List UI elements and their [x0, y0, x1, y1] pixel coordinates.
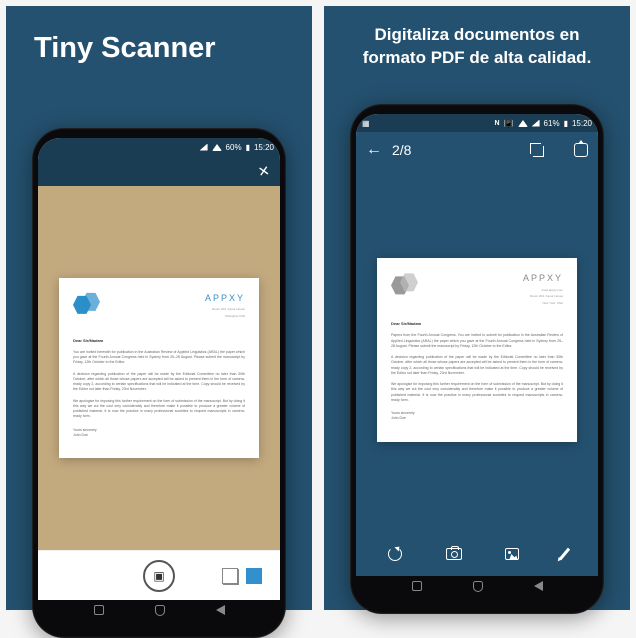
gallery-icon[interactable]	[505, 548, 519, 560]
rotate-icon[interactable]	[574, 143, 588, 157]
battery-icon: ▮	[564, 119, 568, 128]
document-preview-2: APPXY www.appxy.com Room 204, Kasur Hous…	[377, 258, 577, 441]
doc-signer: John Doe	[391, 416, 563, 421]
shutter-button[interactable]: ▣	[143, 560, 175, 592]
recent-apps-button[interactable]	[94, 605, 104, 615]
status-bar-2: ▦ N 📳 61% ▮ 15:20	[356, 114, 598, 132]
home-button[interactable]	[155, 605, 165, 616]
phone-mockup-1: 60% ▮ 15:20 ✕ APPXY	[32, 128, 286, 638]
battery-text: 61%	[544, 119, 560, 128]
apps-icon: ▦	[362, 119, 370, 128]
camera-bottombar: ▣	[38, 550, 280, 600]
home-button[interactable]	[473, 581, 483, 592]
back-arrow-icon[interactable]: ←	[366, 141, 382, 159]
battery-icon: ▮	[246, 143, 250, 152]
single-page-toggle[interactable]	[222, 568, 238, 584]
phone-2-screen: ▦ N 📳 61% ▮ 15:20 ← 2/8	[356, 114, 598, 576]
wifi-icon	[518, 120, 528, 127]
promo-panel-2: Digitaliza documentos en formato PDF de …	[324, 6, 630, 610]
android-softkeys	[38, 600, 280, 614]
flash-off-icon[interactable]: ✕	[257, 162, 272, 181]
page-indicator: 2/8	[392, 142, 411, 158]
signal-icon	[532, 120, 540, 127]
nfc-icon: N	[495, 120, 500, 127]
back-button[interactable]	[216, 605, 225, 615]
clock-text: 15:20	[254, 143, 274, 152]
retake-icon[interactable]	[446, 548, 462, 560]
hex-logo-icon	[391, 272, 421, 302]
phone-1-screen: 60% ▮ 15:20 ✕ APPXY	[38, 138, 280, 600]
signal-icon	[200, 144, 208, 151]
doc-brand: APPXY	[205, 292, 245, 306]
editor-bottombar	[356, 532, 598, 576]
battery-text: 60%	[226, 143, 242, 152]
doc-salutation: Dear Sir/Madam	[391, 321, 563, 327]
doc-p3: We apologise for imposing this further r…	[391, 382, 563, 403]
document-preview: APPXY Room 204, Kasur House Shanghai CHN…	[59, 278, 259, 458]
vibrate-icon: 📳	[504, 119, 514, 128]
crop-icon[interactable]	[530, 143, 544, 157]
promo-container: Tiny Scanner 60% ▮ 15:20 ✕	[0, 0, 636, 616]
panel-2-title: Digitaliza documentos en formato PDF de …	[338, 18, 616, 76]
doc-p1: Papers from the Fourth Annual Congress. …	[391, 333, 563, 349]
editor-viewport[interactable]: APPXY www.appxy.com Room 204, Kasur Hous…	[356, 168, 598, 532]
reprocess-icon[interactable]	[388, 547, 402, 561]
camera-topbar: ✕	[38, 156, 280, 186]
status-bar: 60% ▮ 15:20	[38, 138, 280, 156]
camera-icon: ▣	[153, 569, 164, 583]
phone-mockup-2: ▦ N 📳 61% ▮ 15:20 ← 2/8	[350, 104, 604, 614]
doc-brand: APPXY	[523, 272, 563, 286]
doc-addr-1: www.appxy.com	[523, 288, 563, 293]
doc-addr-3: New York, USA	[523, 301, 563, 306]
doc-addr-2: Shanghai CHN	[205, 314, 245, 319]
doc-header: APPXY Room 204, Kasur House Shanghai CHN	[73, 292, 245, 322]
doc-addr-2: Room 204, Kasur House	[523, 294, 563, 299]
clock-text: 15:20	[572, 119, 592, 128]
edit-icon[interactable]	[559, 548, 570, 561]
doc-p2: A decision regarding publication of the …	[73, 372, 245, 393]
hex-logo-icon	[73, 292, 103, 322]
doc-p3: We apologise for imposing this further r…	[73, 399, 245, 420]
doc-signer: John Doe	[73, 433, 245, 438]
wifi-icon	[212, 144, 222, 151]
doc-p2: A decision regarding publication of the …	[391, 355, 563, 376]
doc-p1: You are invited herewith for publication…	[73, 350, 245, 366]
recent-apps-button[interactable]	[412, 581, 422, 591]
panel-1-title: Tiny Scanner	[20, 18, 298, 71]
promo-panel-1: Tiny Scanner 60% ▮ 15:20 ✕	[6, 6, 312, 610]
android-softkeys	[356, 576, 598, 590]
editor-topbar: ← 2/8	[356, 132, 598, 168]
doc-salutation: Dear Sir/Madam	[73, 338, 245, 344]
back-button[interactable]	[534, 581, 543, 591]
batch-mode-toggle[interactable]	[246, 568, 262, 584]
camera-viewport[interactable]: APPXY Room 204, Kasur House Shanghai CHN…	[38, 186, 280, 550]
doc-header: APPXY www.appxy.com Room 204, Kasur Hous…	[391, 272, 563, 305]
doc-addr-1: Room 204, Kasur House	[205, 307, 245, 312]
